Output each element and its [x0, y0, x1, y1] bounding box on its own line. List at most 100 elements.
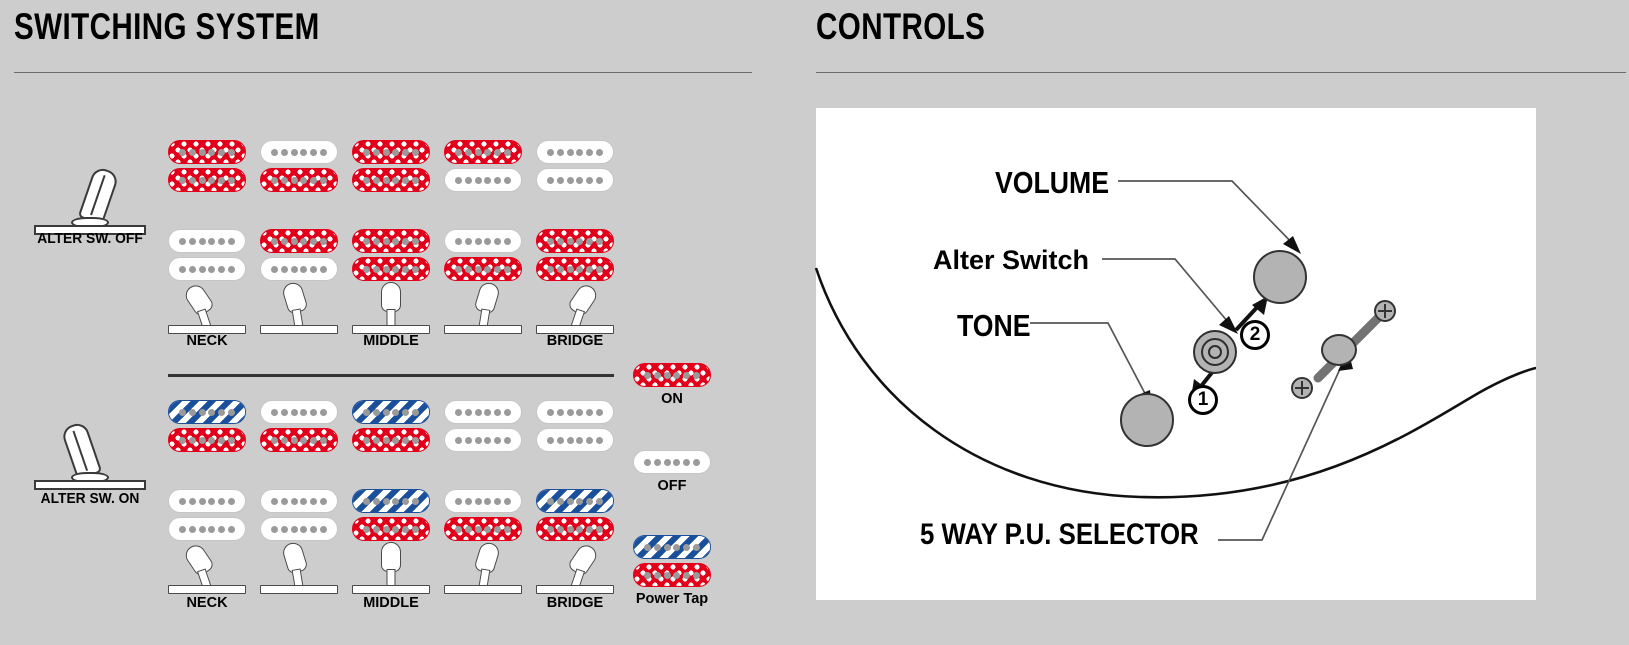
- pickup-coil-on: [260, 229, 338, 253]
- pickup-coil-off: [536, 168, 614, 192]
- switch-lever-position-4[interactable]: [444, 538, 522, 594]
- switching-system-panel: SWITCHING SYSTEM ALTER SW. OFF ALTER SW.…: [0, 0, 800, 645]
- pole-piece: [596, 148, 604, 156]
- pole-piece: [300, 265, 308, 273]
- pole-piece: [683, 543, 691, 551]
- pole-piece: [300, 436, 308, 444]
- pole-piece: [290, 237, 298, 245]
- pickup-coil-tap: [536, 489, 614, 513]
- pole-piece: [270, 525, 278, 533]
- pickup-humbucker: [444, 400, 522, 452]
- pickup-coil-on: [260, 428, 338, 452]
- pole-piece: [596, 176, 604, 184]
- pole-piece: [188, 408, 196, 416]
- switch-lever-position-5[interactable]: [536, 538, 614, 594]
- legend-label-off: OFF: [657, 478, 687, 494]
- pole-piece: [504, 148, 512, 156]
- pickup-coil-on: [352, 168, 430, 192]
- pole-piece: [596, 436, 604, 444]
- pole-piece: [504, 176, 512, 184]
- pole-piece: [464, 525, 472, 533]
- switching-title-divider: [14, 72, 752, 73]
- pole-piece: [412, 176, 420, 184]
- pole-piece: [178, 237, 186, 245]
- selector-label: 5 WAY P.U. SELECTOR: [920, 518, 1199, 551]
- pole-piece: [596, 408, 604, 416]
- pole-piece: [454, 525, 462, 533]
- legend-swatch-off: [633, 450, 711, 474]
- pole-piece: [402, 176, 410, 184]
- switch-lever-position-2[interactable]: [260, 538, 338, 594]
- selector-lever-hub[interactable]: [1321, 334, 1357, 366]
- volume-knob[interactable]: [1253, 250, 1307, 304]
- pickup-humbucker: [444, 140, 522, 192]
- pole-piece: [320, 237, 328, 245]
- selector-screw-lower-icon: [1291, 377, 1313, 399]
- switch-lever-position-3[interactable]: [352, 278, 430, 334]
- alter-switch-label: Alter Switch: [933, 245, 1090, 275]
- pickup-position-label-middle: MIDDLE: [363, 595, 419, 611]
- pole-piece: [586, 265, 594, 273]
- pole-piece: [504, 497, 512, 505]
- lever-base-plate: [444, 585, 522, 594]
- pole-piece: [596, 525, 604, 533]
- pole-piece: [228, 237, 236, 245]
- pole-piece: [198, 265, 206, 273]
- pole-piece: [412, 265, 420, 273]
- pickup-humbucker: [260, 229, 338, 281]
- pole-piece: [372, 525, 380, 533]
- pickup-coil-off: [536, 428, 614, 452]
- pole-piece: [290, 408, 298, 416]
- pickup-humbucker: [168, 140, 246, 192]
- pole-piece: [454, 265, 462, 273]
- pole-piece: [372, 436, 380, 444]
- pole-piece: [198, 497, 206, 505]
- pickup-humbucker: [536, 400, 614, 452]
- alter-switch-knob[interactable]: [1193, 330, 1237, 374]
- pole-piece: [566, 265, 574, 273]
- pickup-coil-off: [536, 400, 614, 424]
- pole-piece: [228, 525, 236, 533]
- pole-piece: [504, 237, 512, 245]
- pole-piece: [208, 176, 216, 184]
- pole-piece: [402, 436, 410, 444]
- selector-screw-upper-icon: [1374, 300, 1396, 322]
- pole-piece: [556, 436, 564, 444]
- tone-knob[interactable]: [1120, 393, 1174, 447]
- pole-piece: [412, 436, 420, 444]
- pole-piece: [454, 176, 462, 184]
- switch-lever-position-4[interactable]: [444, 278, 522, 334]
- pole-piece: [362, 436, 370, 444]
- pole-piece: [454, 436, 462, 444]
- pole-piece: [372, 497, 380, 505]
- pole-piece: [586, 148, 594, 156]
- switch-lever-position-3[interactable]: [352, 538, 430, 594]
- pole-piece: [464, 408, 472, 416]
- pole-piece: [546, 176, 554, 184]
- page-root: SWITCHING SYSTEM ALTER SW. OFF ALTER SW.…: [0, 0, 1629, 645]
- pole-piece: [310, 148, 318, 156]
- pole-piece: [320, 176, 328, 184]
- pole-piece: [290, 148, 298, 156]
- pole-piece: [392, 176, 400, 184]
- pole-piece: [474, 265, 482, 273]
- pole-piece: [218, 497, 226, 505]
- switch-lever-position-1[interactable]: [168, 278, 246, 334]
- pole-piece: [412, 525, 420, 533]
- pole-piece: [228, 265, 236, 273]
- pole-piece: [310, 176, 318, 184]
- pole-piece: [412, 148, 420, 156]
- pole-piece: [280, 436, 288, 444]
- pole-piece: [566, 408, 574, 416]
- pickup-humbucker: [352, 400, 430, 452]
- pole-piece: [310, 525, 318, 533]
- pickup-coil-off: [444, 400, 522, 424]
- pole-piece: [290, 176, 298, 184]
- pole-piece: [372, 148, 380, 156]
- switch-lever-position-5[interactable]: [536, 278, 614, 334]
- switch-lever-position-2[interactable]: [260, 278, 338, 334]
- pole-piece: [474, 148, 482, 156]
- pickup-coil-on: [168, 140, 246, 164]
- switch-lever-position-1[interactable]: [168, 538, 246, 594]
- pole-piece: [643, 371, 651, 379]
